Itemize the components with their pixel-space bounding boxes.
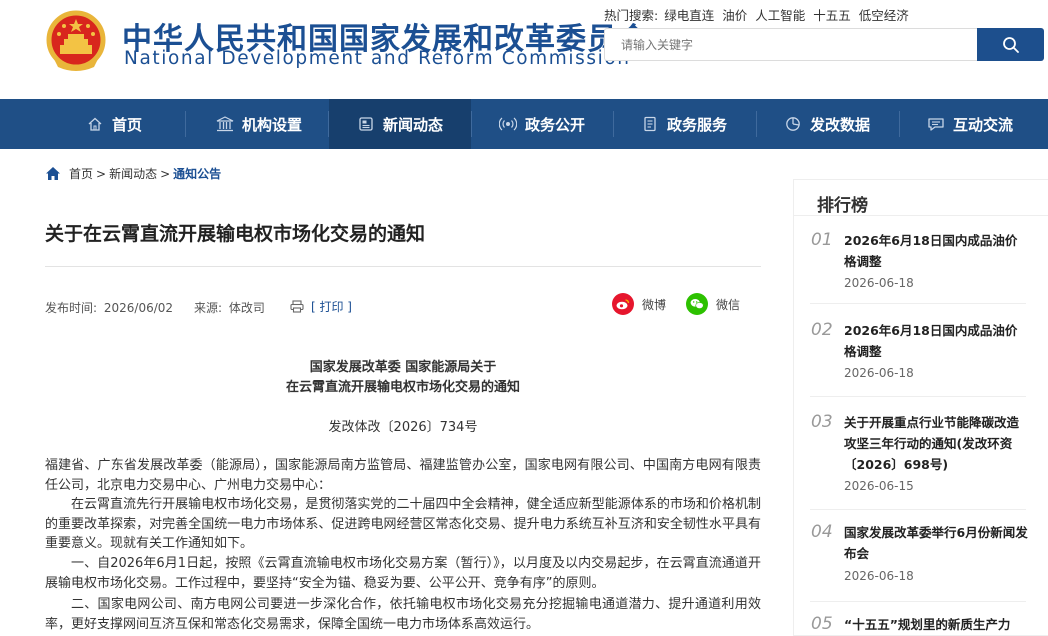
ranking-link[interactable]: 2026年6月18日国内成品油价格调整 <box>844 230 1028 272</box>
share-wechat[interactable]: 微信 <box>686 293 740 315</box>
nav-item-government-affairs[interactable]: 政务公开 <box>486 99 598 149</box>
title-divider <box>45 266 761 267</box>
nav-item-label: 发改数据 <box>809 115 870 134</box>
nav-item-news[interactable]: 新闻动态 <box>329 99 471 149</box>
ranking-number: 05 <box>811 614 833 634</box>
article-title: 关于在云霄直流开展输电权市场化交易的通知 <box>45 223 426 245</box>
document-header-line: 国家发展改革委 国家能源局关于 <box>309 360 497 375</box>
publish-date: 发布时间: 2026/06/02 <box>45 299 173 316</box>
national-emblem-logo[interactable] <box>44 9 108 75</box>
ranking-date: 2026-06-18 <box>844 366 914 380</box>
hot-search-item[interactable]: 绿电直连 <box>664 8 714 23</box>
nav-item-home[interactable]: 首页 <box>76 99 152 149</box>
search-icon <box>1002 36 1019 53</box>
ranking-link[interactable]: 国家发展改革委举行6月份新闻发布会 <box>844 522 1028 564</box>
weibo-label: 微博 <box>642 297 667 312</box>
document-header-line: 在云霄直流开展输电权市场化交易的通知 <box>285 380 520 395</box>
ranking-number: 01 <box>811 230 833 250</box>
breadcrumb-current[interactable]: 通知公告 <box>173 165 221 182</box>
nav-item-label: 新闻动态 <box>382 115 443 134</box>
publish-value: 2026/06/02 <box>103 301 174 315</box>
building-icon <box>216 115 234 133</box>
home-icon <box>86 115 104 133</box>
breadcrumb-separator: > <box>160 166 171 181</box>
article-paragraph: 福建省、广东省发展改革委（能源局），国家能源局南方监管局、福建监管办公室，国家电… <box>45 458 761 493</box>
share-weibo[interactable]: 微博 <box>612 293 666 315</box>
hot-search-item[interactable]: 十五五 <box>813 8 851 23</box>
ranking-number: 04 <box>811 522 833 542</box>
document-icon <box>641 115 659 133</box>
nav-item-services[interactable]: 政务服务 <box>628 99 740 149</box>
home-icon[interactable] <box>45 166 61 181</box>
breadcrumb: 首页 > 新闻动态 > 通知公告 <box>45 165 221 182</box>
ranking-date: 2026-06-15 <box>844 479 914 493</box>
article-paragraph: 二、国家电网公司、南方电网公司要进一步深化合作，依托输电权市场化交易充分挖掘输电… <box>45 597 761 632</box>
search-input[interactable] <box>605 29 977 60</box>
article-source: 来源: 体改司 <box>194 299 265 316</box>
ranking-link[interactable]: 关于开展重点行业节能降碳改造攻坚三年行动的通知(发改环资〔2026〕698号) <box>844 412 1028 475</box>
weibo-icon <box>612 293 634 315</box>
ranking-link[interactable]: 2026年6月18日国内成品油价格调整 <box>844 320 1028 362</box>
article-paragraph: 在云霄直流先行开展输电权市场化交易，是贯彻落实党的二十届四中全会精神，健全适应新… <box>45 497 761 551</box>
chat-icon <box>927 115 945 133</box>
site-header: 中华人民共和国国家发展和改革委员会 National Development a… <box>0 0 1048 99</box>
nav-divider <box>756 111 757 137</box>
ranking-separator <box>810 601 1026 602</box>
hot-search-item[interactable]: 油价 <box>722 8 747 23</box>
hot-search-item[interactable]: 人工智能 <box>755 8 805 23</box>
nav-item-label: 互动交流 <box>952 115 1013 134</box>
nav-item-organization[interactable]: 机构设置 <box>200 99 318 149</box>
nav-divider <box>471 111 472 137</box>
publish-label: 发布时间: <box>45 301 98 315</box>
news-icon <box>357 115 375 133</box>
ranking-number: 02 <box>811 320 833 340</box>
broadcast-icon <box>498 115 517 133</box>
wechat-label: 微信 <box>716 297 741 312</box>
nav-divider <box>613 111 614 137</box>
nav-item-label: 政务公开 <box>524 115 585 134</box>
pie-chart-icon <box>784 115 802 133</box>
hot-search-item[interactable]: 低空经济 <box>859 8 909 23</box>
ranking-link[interactable]: “十五五”规划里的新质生产力 <box>844 614 1028 635</box>
search-button[interactable] <box>977 28 1044 61</box>
ranking-divider <box>794 215 1048 216</box>
printer-icon <box>290 300 304 313</box>
source-label: 来源: <box>194 301 223 315</box>
breadcrumb-home[interactable]: 首页 <box>69 165 93 182</box>
ranking-number: 03 <box>811 412 833 432</box>
hot-search-label: 热门搜索: <box>604 8 659 23</box>
ranking-title: 排行榜 <box>817 196 868 216</box>
nav-item-label: 机构设置 <box>241 115 302 134</box>
nav-divider <box>899 111 900 137</box>
ranking-separator <box>810 509 1026 510</box>
ranking-separator <box>810 303 1026 304</box>
ranking-date: 2026-06-18 <box>844 569 914 583</box>
main-nav: 首页 机构设置 新闻动态 政务公开 政务服务 发改数据 互动交流 <box>0 99 1048 149</box>
article-paragraph: 一、自2026年6月1日起，按照《云霄直流输电权市场化交易方案（暂行）》，以月度… <box>45 556 761 591</box>
source-value: 体改司 <box>228 301 265 315</box>
print-button[interactable]: [ 打印 ] <box>290 298 352 315</box>
hot-search: 热门搜索: 绿电直连 油价 人工智能 十五五 低空经济 <box>604 5 913 24</box>
nav-item-label: 首页 <box>111 115 142 134</box>
search-field-wrapper <box>604 28 978 61</box>
breadcrumb-separator: > <box>96 166 107 181</box>
nav-item-interaction[interactable]: 互动交流 <box>914 99 1026 149</box>
ranking-separator <box>810 396 1026 397</box>
print-label: [ 打印 ] <box>311 300 352 314</box>
nav-divider <box>185 111 186 137</box>
ranking-date: 2026-06-18 <box>844 276 914 290</box>
breadcrumb-news[interactable]: 新闻动态 <box>109 165 157 182</box>
document-number: 发改体改〔2026〕734号 <box>328 420 478 435</box>
nav-item-label: 政务服务 <box>666 115 727 134</box>
nav-item-data[interactable]: 发改数据 <box>771 99 883 149</box>
wechat-icon <box>686 293 708 315</box>
site-title-english: National Development and Reform Commissi… <box>124 48 631 69</box>
